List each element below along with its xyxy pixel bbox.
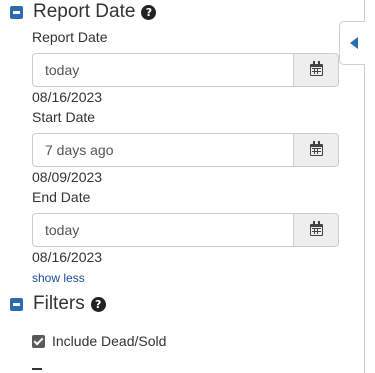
section-title-report-date: Report Date [33,1,136,22]
question-circle-icon[interactable]: ? [90,296,106,312]
end-date-input[interactable] [32,213,293,247]
include-dead-sold-checkbox[interactable] [32,334,45,348]
start-date-label: Start Date [32,109,96,125]
report-date-resolved: 08/16/2023 [32,89,103,105]
report-settings-page: Report Date ? Report Date 08/16/2023 Sta… [0,0,375,373]
show-less-link[interactable]: show less [32,271,85,285]
report-date-calendar-button[interactable] [293,53,339,87]
report-date-label: Report Date [32,29,108,45]
report-date-section-header[interactable]: Report Date ? [10,0,157,24]
minus-square-icon[interactable] [10,297,23,311]
start-date-input-group [32,133,339,167]
filters-section-header[interactable]: Filters ? [10,292,106,316]
include-dead-sold-row[interactable]: Include Dead/Sold [32,333,166,349]
calendar-icon [309,141,323,156]
calendar-icon [309,61,323,76]
calendar-icon [309,221,323,236]
end-date-input-group [32,213,339,247]
include-dead-sold-label: Include Dead/Sold [52,333,167,349]
settings-panel: Report Date ? Report Date 08/16/2023 Sta… [0,0,364,373]
start-date-input[interactable] [32,133,293,167]
question-circle-icon[interactable]: ? [141,4,157,20]
truncated-next-label [32,368,42,370]
section-title-filters: Filters [33,293,85,314]
end-date-resolved: 08/16/2023 [32,249,103,265]
sidebar-collapse-toggle[interactable] [339,21,365,65]
end-date-label: End Date [32,189,91,205]
end-date-calendar-button[interactable] [293,213,339,247]
report-date-input-group [32,53,339,87]
start-date-calendar-button[interactable] [293,133,339,167]
minus-square-icon[interactable] [10,5,23,19]
caret-left-icon [349,37,358,49]
report-date-input[interactable] [32,53,293,87]
start-date-resolved: 08/09/2023 [32,169,103,185]
